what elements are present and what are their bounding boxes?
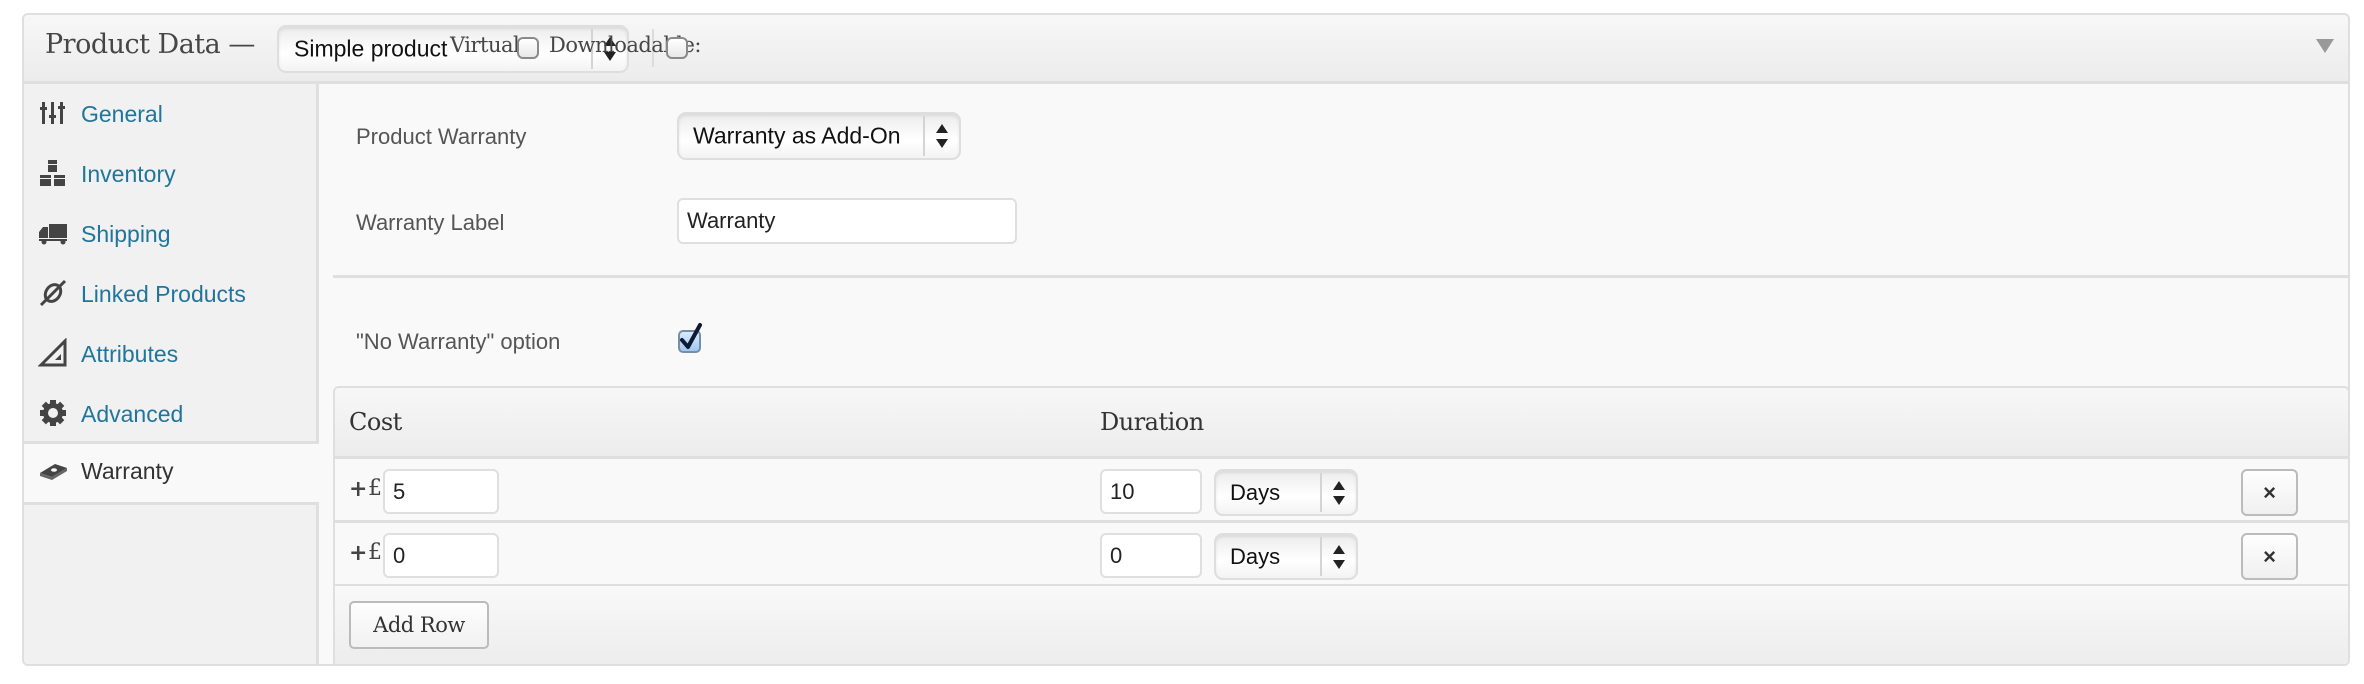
product-warranty-value: Warranty as Add-On bbox=[693, 122, 901, 149]
sidebar-item-label: Linked Products bbox=[81, 281, 246, 307]
sliders-icon bbox=[40, 102, 65, 124]
truck-icon bbox=[39, 224, 67, 245]
duration-input[interactable]: 0 bbox=[1100, 533, 1202, 578]
sidebar-item-warranty[interactable]: Warranty bbox=[24, 441, 319, 505]
product-data-tabs: General Inventory Shipping Linked Produc… bbox=[24, 84, 319, 664]
warranty-ticket-icon bbox=[40, 464, 67, 480]
no-warranty-option-label: "No Warranty" option bbox=[356, 329, 561, 354]
duration-unit-select[interactable]: Days bbox=[1214, 533, 1358, 580]
plus-sign: + bbox=[349, 540, 368, 566]
warranty-label-input[interactable]: Warranty bbox=[677, 198, 1017, 244]
sidebar-item-label: General bbox=[81, 101, 163, 127]
duration-unit-select[interactable]: Days bbox=[1214, 469, 1358, 516]
table-row: + £ 0 0 Days × bbox=[335, 523, 2348, 587]
add-row-button[interactable]: Add Row bbox=[349, 601, 489, 649]
duration-unit-value: Days bbox=[1230, 479, 1281, 505]
sidebar-item-linked-products[interactable]: Linked Products bbox=[24, 264, 316, 324]
sidebar-item-attributes[interactable]: Attributes bbox=[24, 324, 316, 384]
product-type-value: Simple product bbox=[294, 35, 448, 62]
sidebar-item-shipping[interactable]: Shipping bbox=[24, 204, 316, 264]
currency-symbol: £ bbox=[368, 540, 382, 565]
duration-unit-value: Days bbox=[1230, 543, 1281, 569]
remove-row-button[interactable]: × bbox=[2241, 533, 2298, 580]
gear-icon bbox=[40, 400, 66, 426]
link-icon bbox=[39, 279, 67, 307]
sidebar-item-general[interactable]: General bbox=[24, 84, 316, 144]
plus-sign: + bbox=[349, 476, 368, 502]
sidebar-item-label: Shipping bbox=[81, 221, 171, 247]
product-data-header: Product Data — Simple product Virtual: D… bbox=[24, 15, 2348, 84]
sidebar-item-label: Attributes bbox=[81, 341, 179, 367]
table-footer: Add Row bbox=[335, 586, 2348, 664]
set-square-icon bbox=[38, 338, 67, 367]
remove-row-button[interactable]: × bbox=[2241, 469, 2298, 516]
table-row: + £ 5 10 Days × bbox=[335, 459, 2348, 523]
cost-input[interactable]: 0 bbox=[383, 533, 499, 578]
checkmark-icon bbox=[680, 323, 702, 349]
cost-input[interactable]: 5 bbox=[383, 469, 499, 514]
table-header: Cost Duration bbox=[335, 388, 2348, 459]
product-data-panel: Product Data — Simple product Virtual: D… bbox=[22, 13, 2350, 666]
warranty-addons-table: Cost Duration + £ 5 10 Days × + £ 0 0 Da… bbox=[333, 386, 2348, 664]
sidebar-item-label: Inventory bbox=[81, 161, 176, 187]
sidebar-item-advanced[interactable]: Advanced bbox=[24, 384, 316, 444]
sidebar-item-label: Advanced bbox=[81, 401, 184, 427]
warranty-panel: Product Warranty Warranty as Add-On Warr… bbox=[319, 84, 2348, 664]
section-divider bbox=[333, 275, 2348, 278]
no-warranty-checkbox[interactable] bbox=[678, 323, 702, 353]
column-header-cost: Cost bbox=[349, 408, 402, 436]
sidebar-item-label: Warranty bbox=[81, 458, 174, 484]
sidebar-item-inventory[interactable]: Inventory bbox=[24, 144, 316, 204]
virtual-label: Virtual: bbox=[450, 33, 526, 57]
select-arrows-icon bbox=[923, 116, 959, 156]
downloadable-checkbox[interactable] bbox=[666, 37, 688, 59]
warranty-label-label: Warranty Label bbox=[356, 210, 505, 235]
panel-title: Product Data — bbox=[45, 29, 255, 60]
column-header-duration: Duration bbox=[1100, 408, 1204, 436]
duration-input[interactable]: 10 bbox=[1100, 469, 1202, 514]
boxes-icon bbox=[40, 160, 65, 186]
product-warranty-select[interactable]: Warranty as Add-On bbox=[677, 112, 961, 160]
select-arrows-icon bbox=[1320, 473, 1356, 512]
virtual-checkbox[interactable] bbox=[517, 37, 539, 59]
currency-symbol: £ bbox=[368, 476, 382, 501]
select-arrows-icon bbox=[1320, 537, 1356, 576]
product-warranty-label: Product Warranty bbox=[356, 124, 527, 149]
collapse-toggle-icon[interactable] bbox=[2316, 39, 2334, 53]
